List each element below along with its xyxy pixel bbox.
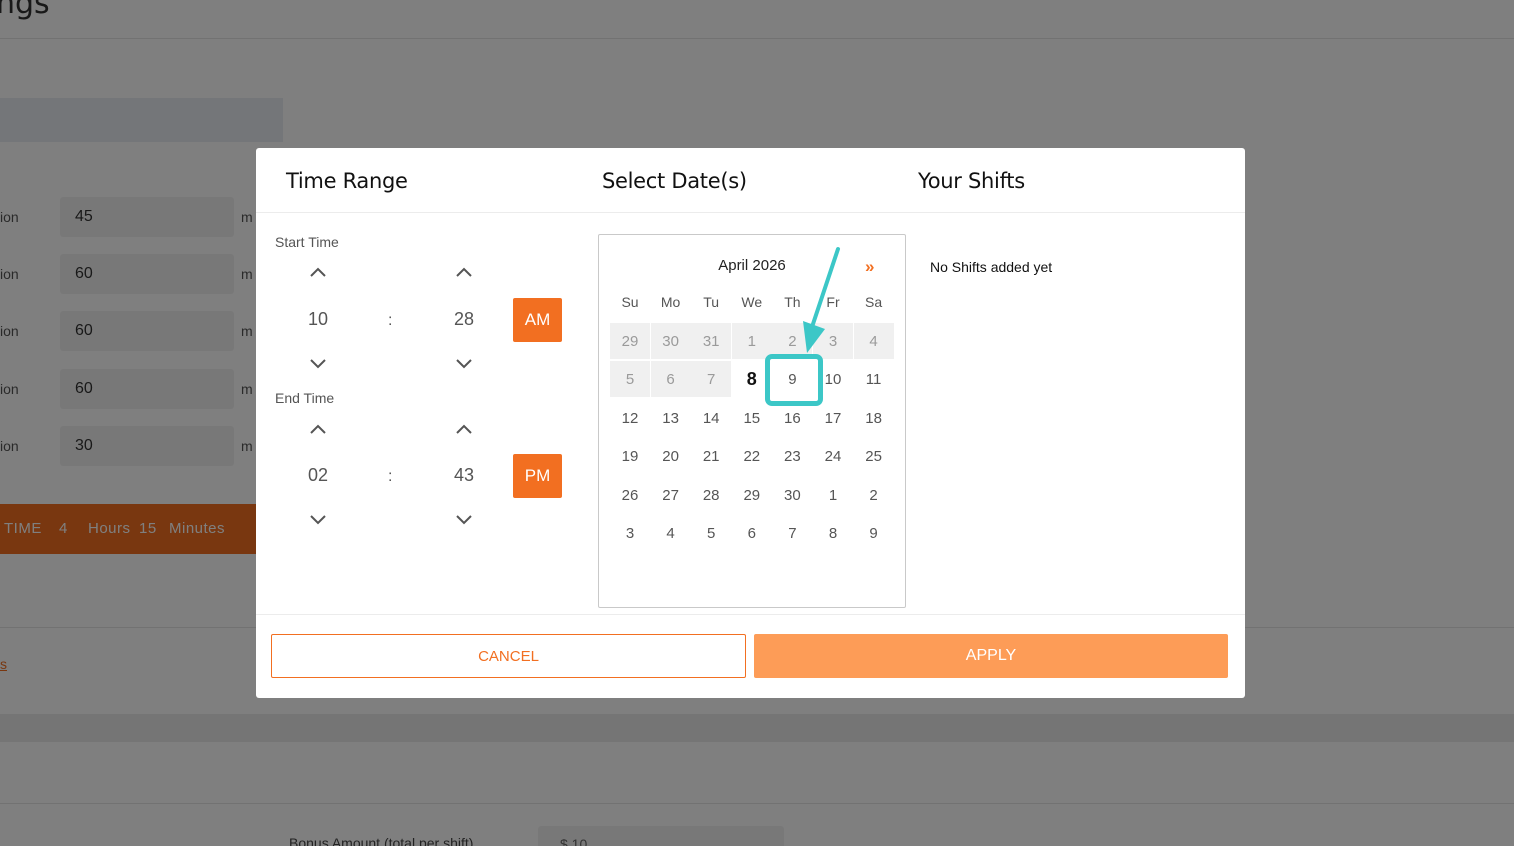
end-hour-value[interactable]: 02 [288, 465, 348, 486]
calendar-day[interactable]: 1 [813, 477, 853, 513]
cancel-button[interactable]: CANCEL [271, 634, 746, 678]
calendar-day[interactable]: 4 [651, 515, 691, 551]
pointer-arrow-icon [803, 247, 840, 353]
modal-header: Time Range Select Date(s) Your Shifts [256, 148, 1245, 213]
calendar-day[interactable]: 17 [813, 400, 853, 436]
start-minute-value[interactable]: 28 [434, 309, 494, 330]
start-minute-up-chevron-icon[interactable] [452, 264, 476, 280]
calendar-day[interactable]: 21 [691, 438, 731, 474]
weekday-header: We [741, 294, 763, 310]
calendar-day: 31 [691, 323, 732, 359]
calendar-day[interactable]: 14 [691, 400, 731, 436]
start-am-pm-toggle[interactable]: AM [513, 298, 562, 342]
end-hour-up-chevron-icon[interactable] [306, 421, 330, 437]
calendar-day[interactable]: 26 [610, 477, 650, 513]
weekday-header: Su [621, 294, 639, 310]
start-hour-up-chevron-icon[interactable] [306, 264, 330, 280]
divider [256, 614, 1245, 615]
time-range-heading: Time Range [286, 169, 408, 193]
weekday-header: Tu [703, 294, 720, 310]
end-minute-down-chevron-icon[interactable] [452, 512, 476, 528]
calendar-day: 29 [610, 323, 650, 359]
no-shifts-message: No Shifts added yet [930, 259, 1053, 275]
start-hour-down-chevron-icon[interactable] [306, 356, 330, 372]
calendar-day: 7 [691, 361, 732, 397]
select-dates-heading: Select Date(s) [602, 169, 747, 193]
calendar-day[interactable]: 29 [732, 477, 772, 513]
end-time-label: End Time [275, 390, 335, 406]
calendar-day[interactable]: 6 [732, 515, 772, 551]
calendar-day[interactable]: 3 [610, 515, 650, 551]
your-shifts-heading: Your Shifts [918, 169, 1025, 193]
calendar-day[interactable]: 13 [651, 400, 691, 436]
calendar-day[interactable]: 5 [691, 515, 731, 551]
calendar-day[interactable]: 9 [854, 515, 894, 551]
calendar-day: 5 [610, 361, 650, 397]
calendar-day[interactable]: 23 [772, 438, 812, 474]
calendar-day: 4 [853, 323, 894, 359]
calendar-day: 6 [650, 361, 691, 397]
calendar-day[interactable]: 24 [813, 438, 853, 474]
start-hour-value[interactable]: 10 [288, 309, 348, 330]
calendar-day[interactable]: 12 [610, 400, 650, 436]
end-am-pm-toggle[interactable]: PM [513, 454, 562, 498]
calendar-day: 30 [650, 323, 691, 359]
calendar-day[interactable]: 8 [813, 515, 853, 551]
calendar-day[interactable]: 19 [610, 438, 650, 474]
shift-modal: Time Range Select Date(s) Your Shifts St… [256, 148, 1245, 698]
weekday-header: Mo [660, 294, 681, 310]
apply-button[interactable]: APPLY [754, 634, 1228, 678]
start-time-label: Start Time [275, 234, 339, 250]
end-minute-value[interactable]: 43 [434, 465, 494, 486]
calendar-day[interactable]: 30 [772, 477, 812, 513]
end-hour-down-chevron-icon[interactable] [306, 512, 330, 528]
start-minute-down-chevron-icon[interactable] [452, 356, 476, 372]
calendar-day[interactable]: 28 [691, 477, 731, 513]
time-separator: : [388, 312, 393, 329]
highlight-box [765, 354, 823, 406]
calendar-day[interactable]: 25 [854, 438, 894, 474]
calendar-day: 1 [731, 323, 772, 359]
next-month-icon[interactable]: » [865, 257, 874, 277]
calendar-day[interactable]: 15 [732, 400, 772, 436]
calendar-day[interactable]: 27 [651, 477, 691, 513]
end-minute-up-chevron-icon[interactable] [452, 421, 476, 437]
date-calendar: April 2026 » Su Mo Tu We Th Fr Sa 29 30 31 1 2 3 4 5 6 7… [598, 234, 906, 608]
calendar-day[interactable]: 11 [854, 361, 894, 397]
calendar-day[interactable]: 22 [732, 438, 772, 474]
calendar-day[interactable]: 20 [651, 438, 691, 474]
calendar-day[interactable]: 7 [772, 515, 812, 551]
time-separator: : [388, 468, 393, 485]
calendar-day[interactable]: 2 [854, 477, 894, 513]
weekday-header: Sa [865, 294, 883, 310]
calendar-day[interactable]: 18 [854, 400, 894, 436]
calendar-month-label: April 2026 [718, 257, 786, 274]
